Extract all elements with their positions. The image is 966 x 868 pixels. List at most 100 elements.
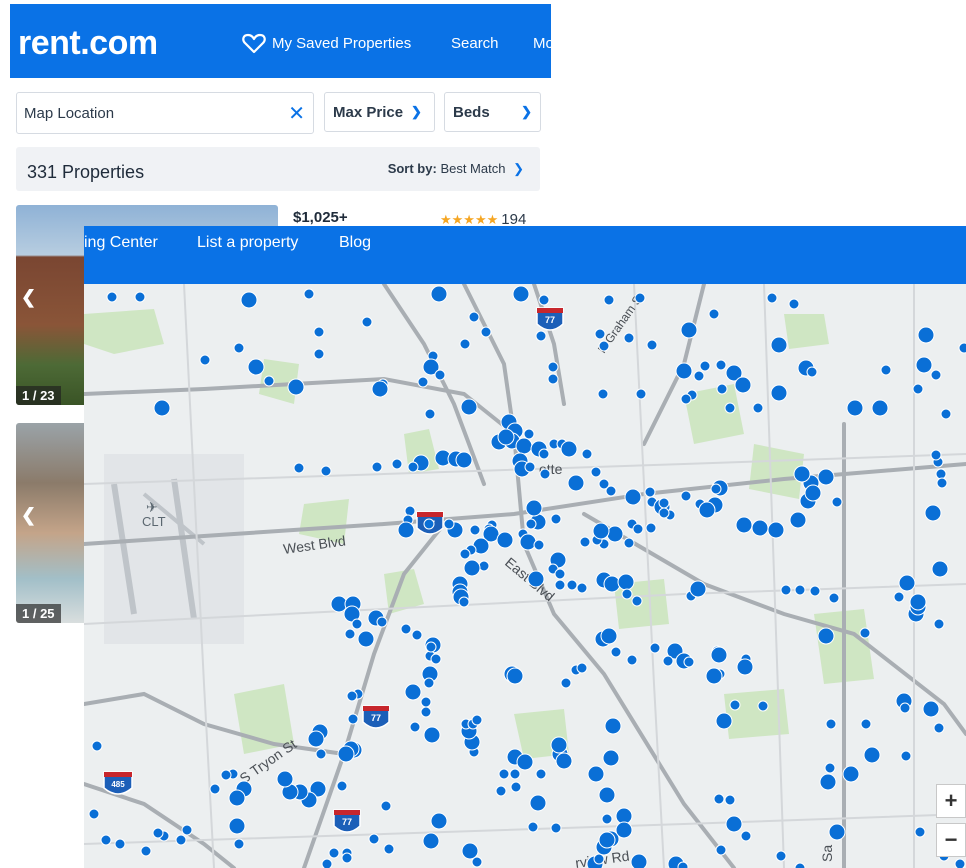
nav-renter-center-link[interactable]: ing Center	[84, 234, 158, 252]
property-marker[interactable]	[550, 822, 562, 834]
property-marker[interactable]	[550, 513, 562, 525]
property-marker[interactable]	[767, 521, 785, 539]
property-marker[interactable]	[716, 383, 728, 395]
property-marker[interactable]	[469, 524, 481, 536]
property-marker[interactable]	[600, 627, 618, 645]
property-marker[interactable]	[602, 749, 620, 767]
property-marker[interactable]	[859, 627, 871, 639]
property-marker[interactable]	[303, 288, 315, 300]
property-marker[interactable]	[817, 468, 835, 486]
property-marker[interactable]	[539, 468, 551, 480]
property-marker[interactable]	[680, 393, 692, 405]
property-marker[interactable]	[459, 338, 471, 350]
property-marker[interactable]	[478, 560, 490, 572]
property-marker[interactable]	[581, 448, 593, 460]
property-marker[interactable]	[603, 575, 621, 593]
property-marker[interactable]	[430, 285, 448, 303]
property-marker[interactable]	[713, 793, 725, 805]
property-marker[interactable]	[409, 721, 421, 733]
property-marker[interactable]	[417, 376, 429, 388]
property-marker[interactable]	[533, 539, 545, 551]
property-marker[interactable]	[649, 642, 661, 654]
property-marker[interactable]	[645, 522, 657, 534]
property-marker[interactable]	[509, 768, 521, 780]
property-marker[interactable]	[587, 765, 605, 783]
property-marker[interactable]	[566, 579, 578, 591]
property-marker[interactable]	[220, 769, 232, 781]
property-marker[interactable]	[597, 388, 609, 400]
property-marker[interactable]	[380, 800, 392, 812]
property-marker[interactable]	[710, 483, 722, 495]
property-marker[interactable]	[535, 330, 547, 342]
property-marker[interactable]	[794, 584, 806, 596]
property-marker[interactable]	[598, 786, 616, 804]
property-marker[interactable]	[420, 706, 432, 718]
property-marker[interactable]	[931, 560, 949, 578]
property-marker[interactable]	[699, 360, 711, 372]
property-marker[interactable]	[824, 762, 836, 774]
property-marker[interactable]	[555, 752, 573, 770]
property-marker[interactable]	[715, 712, 733, 730]
property-marker[interactable]	[404, 683, 422, 701]
property-marker[interactable]	[88, 808, 100, 820]
property-marker[interactable]	[233, 838, 245, 850]
property-marker[interactable]	[725, 815, 743, 833]
nav-list-property-link[interactable]: List a property	[197, 234, 298, 252]
property-marker[interactable]	[598, 340, 610, 352]
property-marker[interactable]	[809, 585, 821, 597]
property-marker[interactable]	[434, 369, 446, 381]
property-marker[interactable]	[209, 783, 221, 795]
property-marker[interactable]	[529, 794, 547, 812]
property-marker[interactable]	[376, 616, 388, 628]
map-canvas[interactable]: 77 77 77 77 485 West Blvd East Blvd N Gr…	[84, 284, 966, 868]
property-marker[interactable]	[598, 831, 616, 849]
property-marker[interactable]	[397, 521, 415, 539]
property-marker[interactable]	[411, 629, 423, 641]
property-marker[interactable]	[623, 332, 635, 344]
property-marker[interactable]	[900, 750, 912, 762]
property-marker[interactable]	[804, 484, 822, 502]
property-marker[interactable]	[461, 842, 479, 860]
property-marker[interactable]	[293, 462, 305, 474]
property-marker[interactable]	[708, 308, 720, 320]
property-marker[interactable]	[247, 358, 265, 376]
property-marker[interactable]	[630, 853, 648, 868]
property-marker[interactable]	[404, 505, 416, 517]
property-marker[interactable]	[91, 740, 103, 752]
property-marker[interactable]	[313, 348, 325, 360]
property-marker[interactable]	[617, 573, 635, 591]
property-marker[interactable]	[576, 662, 588, 674]
property-marker[interactable]	[922, 700, 940, 718]
property-marker[interactable]	[680, 490, 692, 502]
property-marker[interactable]	[933, 722, 945, 734]
property-marker[interactable]	[512, 285, 530, 303]
property-marker[interactable]	[735, 516, 753, 534]
property-marker[interactable]	[770, 384, 788, 402]
saved-properties-link[interactable]: My Saved Properties	[242, 32, 411, 54]
property-marker[interactable]	[315, 748, 327, 760]
property-marker[interactable]	[463, 559, 481, 577]
prev-photo-icon[interactable]: ❮	[21, 505, 36, 526]
property-marker[interactable]	[263, 375, 275, 387]
property-marker[interactable]	[646, 339, 658, 351]
property-marker[interactable]	[788, 298, 800, 310]
property-marker[interactable]	[677, 861, 689, 868]
property-marker[interactable]	[527, 821, 539, 833]
property-marker[interactable]	[819, 773, 837, 791]
property-marker[interactable]	[106, 291, 118, 303]
property-marker[interactable]	[240, 291, 258, 309]
property-marker[interactable]	[153, 399, 171, 417]
property-marker[interactable]	[715, 844, 727, 856]
property-marker[interactable]	[495, 785, 507, 797]
property-marker[interactable]	[605, 485, 617, 497]
property-marker[interactable]	[933, 618, 945, 630]
max-price-filter[interactable]: Max Price ❯	[324, 92, 435, 132]
property-marker[interactable]	[480, 326, 492, 338]
property-marker[interactable]	[140, 845, 152, 857]
zoom-in-button[interactable]: +	[936, 784, 966, 818]
property-marker[interactable]	[547, 361, 559, 373]
property-marker[interactable]	[789, 511, 807, 529]
property-marker[interactable]	[576, 582, 588, 594]
property-marker[interactable]	[710, 646, 728, 664]
property-marker[interactable]	[793, 465, 811, 483]
